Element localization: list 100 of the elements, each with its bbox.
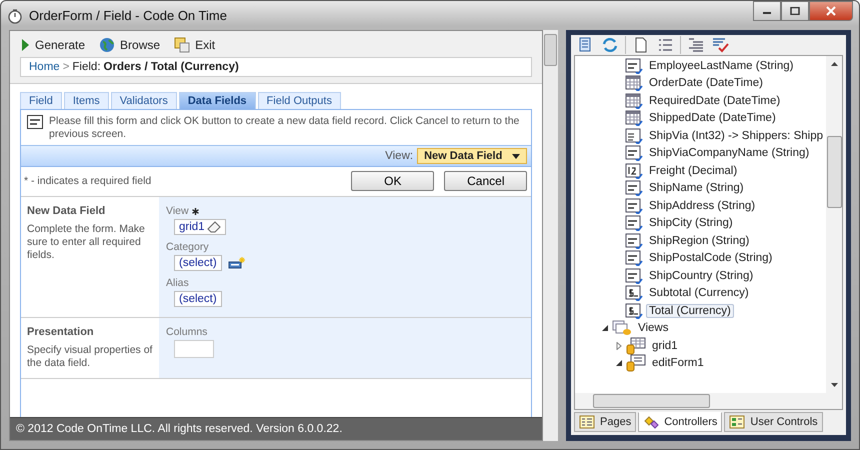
maximize-button[interactable] (781, 1, 809, 21)
tree-item[interactable]: OrderDate (DateTime) (646, 76, 766, 90)
section-title: Presentation (27, 326, 95, 338)
new-item-icon[interactable] (228, 256, 246, 270)
tree-item[interactable]: ShipCountry (String) (646, 268, 756, 283)
collapse-arrow-icon[interactable] (601, 324, 609, 332)
tab[interactable]: Field (20, 92, 62, 109)
breadcrumb-label: Field: (72, 61, 101, 73)
tree-item[interactable]: ShipAddress (String) (646, 198, 758, 213)
view-label: View: (385, 150, 414, 162)
window-title: OrderForm / Field - Code On Time (29, 8, 227, 23)
text-field-icon (625, 145, 643, 162)
view-dropdown[interactable]: New Data Field (417, 148, 528, 164)
calendar-icon (625, 75, 643, 92)
field-label: Alias (166, 277, 189, 289)
section-description: Specify visual properties of the data field. (27, 344, 154, 370)
horizontal-scrollbar[interactable] (574, 393, 843, 410)
scrollbar-thumb[interactable] (593, 394, 710, 408)
toolbar-button[interactable]: Generate (20, 37, 86, 53)
tree-item[interactable]: ShipViaCompanyName (String) (646, 146, 812, 160)
required-note: * - indicates a required field (24, 175, 152, 187)
lookup-field[interactable]: (select) (174, 291, 222, 307)
tree-item[interactable]: grid1 (649, 338, 681, 353)
panel-tab[interactable]: Pages (574, 412, 636, 432)
tree-item[interactable]: ShipName (String) (646, 181, 747, 196)
text-field-icon (625, 198, 643, 214)
refresh-icon[interactable] (601, 36, 619, 54)
tree-item[interactable]: ShipCity (String) (646, 216, 736, 230)
currency-field-icon (625, 285, 643, 302)
tree-item[interactable]: Freight (Decimal) (646, 164, 740, 178)
scrollbar-thumb[interactable] (544, 34, 558, 66)
text-field-icon (625, 215, 643, 232)
views-folder-icon (612, 320, 632, 336)
pages-icon (579, 415, 595, 429)
caret-icon (512, 154, 520, 158)
close-icon (826, 6, 836, 16)
collapse-arrow-icon[interactable] (615, 359, 623, 368)
toolbar-button[interactable]: Browse (99, 37, 160, 53)
play-icon (20, 38, 30, 52)
close-button[interactable] (809, 1, 853, 21)
calendar-icon (625, 110, 643, 126)
scrollbar[interactable] (826, 56, 842, 393)
field-label: Category (166, 241, 209, 253)
lookup-field-icon (625, 128, 643, 144)
lookup-field[interactable]: (select) (174, 255, 222, 271)
scrollbar-thumb[interactable] (826, 136, 842, 208)
text-field-icon (625, 268, 643, 284)
maximize-icon (790, 7, 800, 15)
tree-item[interactable]: EmployeeLastName (String) (646, 58, 796, 73)
field-label: View (166, 205, 189, 217)
user-controls-icon (729, 415, 746, 429)
instruction-text: Please fill this form and click OK button to create a new data field record. Click Cancel to return to the previous screen. (49, 115, 520, 141)
required-star-icon (192, 208, 199, 214)
eraser-icon (206, 221, 221, 233)
tab[interactable]: Validators (110, 92, 177, 109)
lookup-field[interactable]: grid1 (174, 219, 226, 235)
exit-icon (174, 37, 190, 53)
tree-item[interactable]: Total (Currency) (646, 304, 734, 318)
currency-field-icon (625, 302, 643, 319)
section-title: New Data Field (27, 205, 106, 217)
tree-item[interactable]: editForm1 (649, 356, 707, 370)
text-field-icon (625, 58, 643, 74)
text-field-icon (27, 115, 43, 129)
tree-item[interactable]: ShipPostalCode (String) (646, 251, 776, 266)
tree-item[interactable]: Subtotal (Currency) (646, 286, 752, 300)
scroll-down-icon[interactable] (830, 383, 838, 387)
scroll-up-icon[interactable] (830, 62, 838, 66)
globe-icon (99, 37, 116, 53)
form-button[interactable]: OK (351, 171, 434, 191)
section-description: Complete the form. Make sure to enter all required fields. (27, 223, 146, 262)
form-view-icon (626, 354, 646, 372)
breadcrumb-current: Orders / Total (Currency) (104, 61, 239, 73)
expand-arrow-icon[interactable] (615, 342, 623, 350)
number-field-icon (625, 162, 643, 179)
minimize-button[interactable] (753, 1, 781, 21)
panel-tab[interactable]: User Controls (724, 412, 823, 432)
checklist-icon[interactable] (711, 36, 729, 54)
grid-view-icon (626, 336, 646, 355)
home-link[interactable]: Home (29, 61, 60, 73)
stopwatch-icon (7, 8, 23, 24)
tab[interactable]: Field Outputs (258, 92, 341, 109)
tree-item[interactable]: ShipVia (Int32) -> Shippers: Shipp (646, 128, 826, 143)
text-field-icon (625, 250, 643, 266)
text-field-icon (625, 180, 643, 196)
tab[interactable]: Items (64, 92, 109, 109)
calendar-icon (625, 92, 643, 109)
scrollbar[interactable] (543, 30, 558, 441)
tree-item[interactable]: ShipRegion (String) (646, 234, 752, 248)
input-field[interactable] (174, 340, 214, 358)
outline-icon[interactable] (687, 36, 705, 54)
form-button[interactable]: Cancel (444, 171, 528, 191)
tree-item[interactable]: RequiredDate (DateTime) (646, 94, 784, 108)
tree-item[interactable]: Views (635, 321, 672, 336)
toolbar-button[interactable]: Exit (174, 37, 216, 53)
panel-tab[interactable]: Controllers (638, 412, 722, 432)
text-field-icon (625, 232, 643, 249)
copyright-text: © 2012 Code OnTime LLC. All rights reserved. Version 6.0.0.22. (16, 423, 342, 435)
tab[interactable]: Data Fields (178, 92, 256, 109)
field-label: Columns (166, 326, 208, 338)
tree-item[interactable]: ShippedDate (DateTime) (646, 111, 779, 126)
